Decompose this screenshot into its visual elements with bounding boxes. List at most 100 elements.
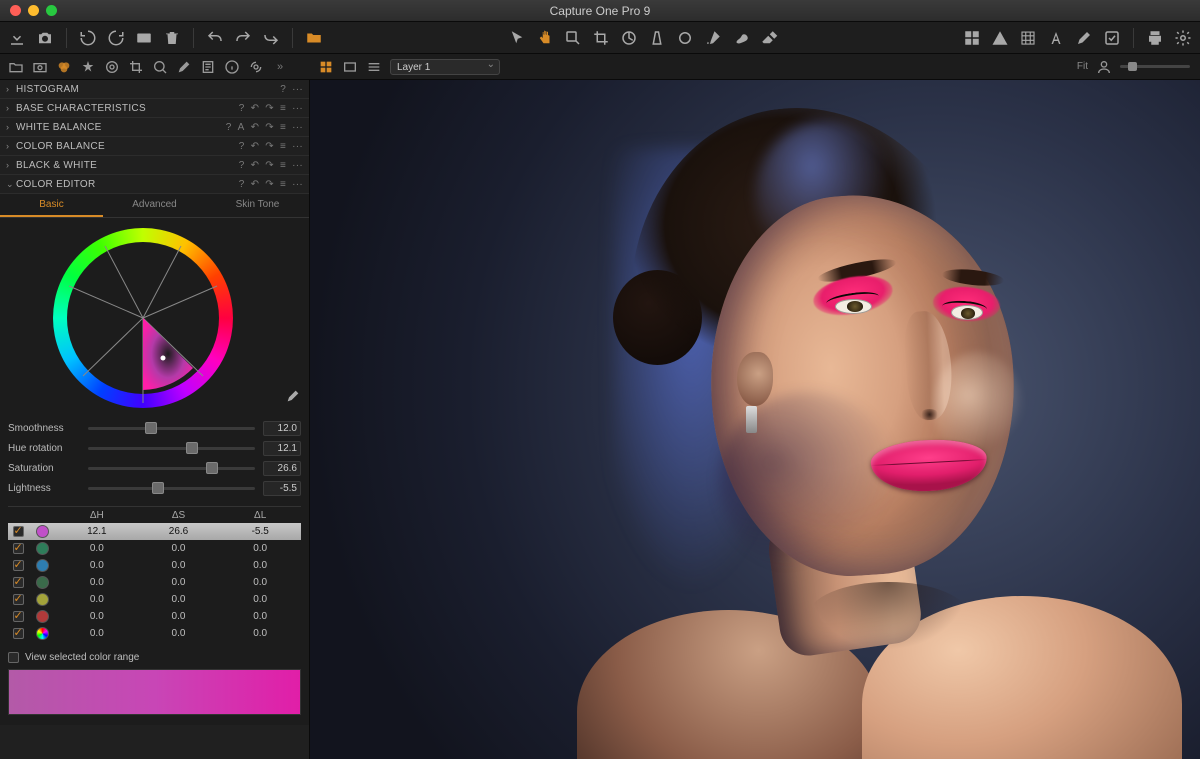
smoothness-value[interactable]: 12.0 [263, 421, 301, 436]
color-tab-icon[interactable] [56, 59, 72, 75]
redo-icon[interactable] [234, 29, 252, 47]
smoothness-slider[interactable] [88, 427, 255, 430]
row-checkbox[interactable] [13, 577, 24, 588]
panel-action-icon[interactable]: ↷ [265, 160, 274, 171]
delta-row[interactable]: 0.00.00.0 [8, 625, 301, 642]
crop-icon[interactable] [592, 29, 610, 47]
delta-row[interactable]: 0.00.00.0 [8, 557, 301, 574]
capture-icon[interactable] [36, 29, 54, 47]
lightness-slider[interactable] [88, 487, 255, 490]
view-range-checkbox[interactable] [8, 652, 19, 663]
panel-action-icon[interactable]: ↷ [265, 103, 274, 114]
row-checkbox[interactable] [13, 526, 24, 537]
image-viewer[interactable] [310, 80, 1200, 759]
more-tabs-icon[interactable]: » [272, 59, 288, 75]
mask-brush-icon[interactable] [732, 29, 750, 47]
eyedropper-icon[interactable] [285, 388, 301, 404]
panel-action-icon[interactable]: ? [239, 160, 245, 171]
panel-header-base-characteristics[interactable]: › BASE CHARACTERISTICS ?↶↷≡··· [0, 99, 309, 118]
cursor-icon[interactable] [508, 29, 526, 47]
trash-icon[interactable] [163, 29, 181, 47]
panel-action-icon[interactable]: ≡ [280, 103, 286, 114]
panel-action-icon[interactable]: ? [239, 179, 245, 190]
delta-row[interactable]: 0.00.00.0 [8, 574, 301, 591]
layer-select[interactable]: Layer 1 [390, 59, 500, 75]
panel-action-icon[interactable]: ? [280, 84, 286, 95]
annotations-icon[interactable] [1047, 29, 1065, 47]
output-tab-icon[interactable] [248, 59, 264, 75]
saturation-value[interactable]: 26.6 [263, 461, 301, 476]
panel-action-icon[interactable]: ? [239, 103, 245, 114]
print-icon[interactable] [1146, 29, 1164, 47]
panel-action-icon[interactable]: ↷ [265, 122, 274, 133]
panel-action-icon[interactable]: ↶ [251, 103, 260, 114]
panel-action-icon[interactable]: ? [226, 122, 232, 133]
panel-action-icon[interactable]: ↷ [265, 141, 274, 152]
undo-icon[interactable] [206, 29, 224, 47]
row-checkbox[interactable] [13, 611, 24, 622]
panel-action-icon[interactable]: ≡ [280, 179, 286, 190]
lightness-value[interactable]: -5.5 [263, 481, 301, 496]
browser-filmstrip-icon[interactable] [342, 59, 358, 75]
details-tab-icon[interactable] [152, 59, 168, 75]
lens-tab-icon[interactable] [104, 59, 120, 75]
delta-row[interactable]: 12.126.6-5.5 [8, 523, 301, 540]
straighten-icon[interactable] [620, 29, 638, 47]
import-icon[interactable] [8, 29, 26, 47]
hand-icon[interactable] [536, 29, 554, 47]
row-checkbox[interactable] [13, 628, 24, 639]
folder-icon[interactable] [305, 29, 323, 47]
color-editor-tab-basic[interactable]: Basic [0, 194, 103, 217]
row-checkbox[interactable] [13, 560, 24, 571]
panel-action-icon[interactable]: ≡ [280, 141, 286, 152]
proof-icon[interactable] [1103, 29, 1121, 47]
redo-alt-icon[interactable] [262, 29, 280, 47]
panel-action-icon[interactable]: ? [239, 141, 245, 152]
panel-action-icon[interactable]: ··· [292, 141, 303, 152]
browser-list-icon[interactable] [366, 59, 382, 75]
capture-tab-icon[interactable] [32, 59, 48, 75]
loupe-icon[interactable] [564, 29, 582, 47]
row-checkbox[interactable] [13, 594, 24, 605]
color-editor-tab-skin-tone[interactable]: Skin Tone [206, 194, 309, 217]
panel-header-color-balance[interactable]: › COLOR BALANCE ?↶↷≡··· [0, 137, 309, 156]
panel-header-black-white[interactable]: › BLACK & WHITE ?↶↷≡··· [0, 156, 309, 175]
panel-action-icon[interactable]: ··· [292, 160, 303, 171]
library-tab-icon[interactable] [8, 59, 24, 75]
adjust-tab-icon[interactable] [176, 59, 192, 75]
panel-action-icon[interactable]: ↶ [251, 160, 260, 171]
row-checkbox[interactable] [13, 543, 24, 554]
color-wheel[interactable] [53, 228, 233, 408]
hue-slider[interactable] [88, 447, 255, 450]
panel-action-icon[interactable]: ··· [292, 179, 303, 190]
rotate-ccw-icon[interactable] [79, 29, 97, 47]
delta-row[interactable]: 0.00.00.0 [8, 591, 301, 608]
metadata-tab-icon[interactable] [200, 59, 216, 75]
process-icon[interactable] [1174, 29, 1192, 47]
color-editor-tab-advanced[interactable]: Advanced [103, 194, 206, 217]
browser-grid-icon[interactable] [318, 59, 334, 75]
panel-action-icon[interactable]: ↷ [265, 179, 274, 190]
spot-icon[interactable] [676, 29, 694, 47]
exposure-tab-icon[interactable] [80, 59, 96, 75]
picker-tool-icon[interactable] [1075, 29, 1093, 47]
panel-action-icon[interactable]: ↶ [251, 179, 260, 190]
rotate-cw-icon[interactable] [107, 29, 125, 47]
delta-row[interactable]: 0.00.00.0 [8, 608, 301, 625]
exposure-warning-icon[interactable] [991, 29, 1009, 47]
panel-action-icon[interactable]: ··· [292, 122, 303, 133]
panel-action-icon[interactable]: ≡ [280, 160, 286, 171]
saturation-slider[interactable] [88, 467, 255, 470]
panel-action-icon[interactable]: ··· [292, 84, 303, 95]
zoom-slider[interactable] [1120, 65, 1190, 68]
keystone-icon[interactable] [648, 29, 666, 47]
brush-icon[interactable] [704, 29, 722, 47]
hue-value[interactable]: 12.1 [263, 441, 301, 456]
zoom-fit-label[interactable]: Fit [1077, 61, 1088, 72]
panel-action-icon[interactable]: ↶ [251, 122, 260, 133]
panel-action-icon[interactable]: ≡ [280, 122, 286, 133]
eraser-icon[interactable] [760, 29, 778, 47]
grid-view-icon[interactable] [963, 29, 981, 47]
info-tab-icon[interactable] [224, 59, 240, 75]
user-icon[interactable] [1096, 59, 1112, 75]
